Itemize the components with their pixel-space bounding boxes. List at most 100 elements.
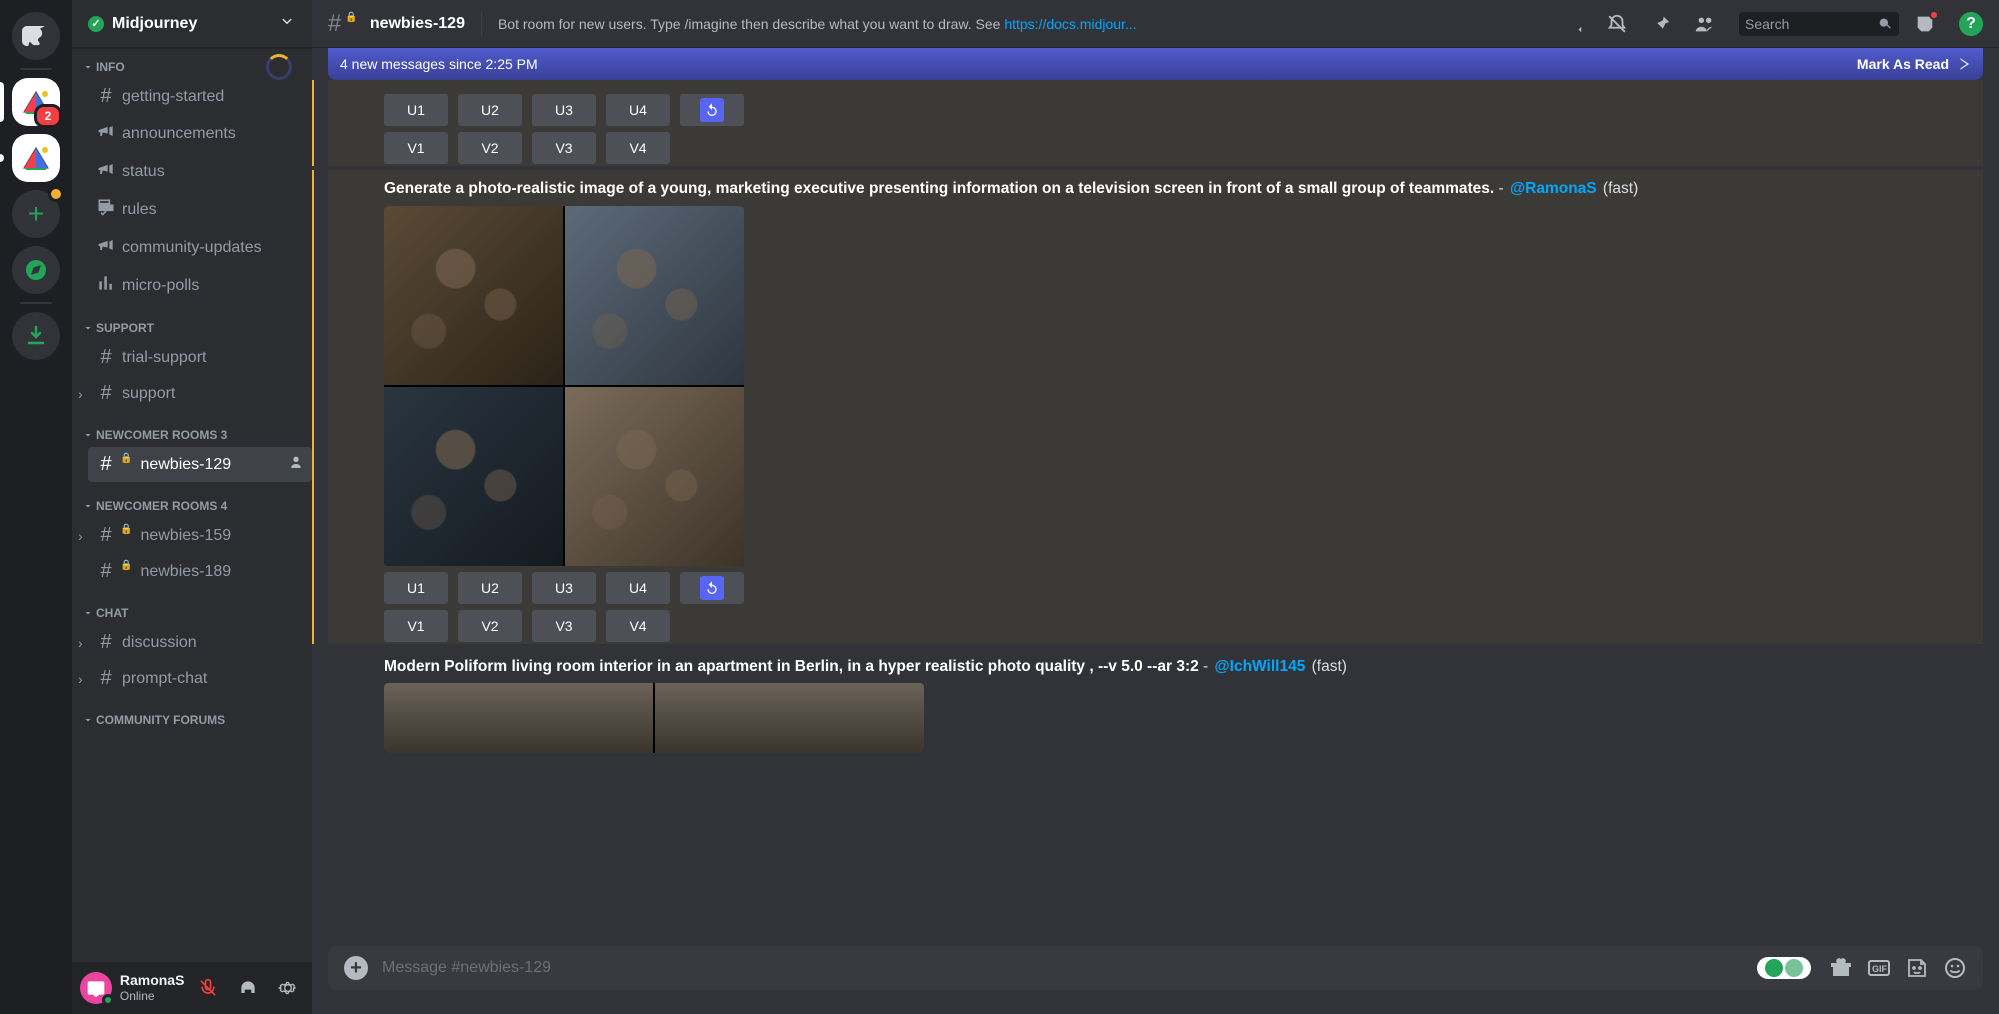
message-prev-actions: U1 U2 U3 U4 V1 V2 V3 V4 <box>328 80 1983 166</box>
megaphone-icon <box>96 159 116 184</box>
v3-button[interactable]: V3 <box>532 132 596 164</box>
hash-icon: # <box>328 10 341 38</box>
dm-home-button[interactable] <box>12 12 60 60</box>
gif-button[interactable]: GIF <box>1867 956 1891 980</box>
mention-ramonas[interactable]: @RamonaS <box>1508 180 1599 197</box>
u4-button[interactable]: U4 <box>606 572 670 604</box>
settings-button[interactable] <box>272 972 304 1004</box>
channel-rules[interactable]: rules <box>88 191 312 228</box>
add-server-button[interactable]: + <box>12 190 60 238</box>
channel-newbies-129[interactable]: #🔒newbies-129 <box>88 447 312 482</box>
threads-button[interactable] <box>1561 12 1585 36</box>
category-info[interactable]: INFO <box>80 56 312 78</box>
category-community-forums[interactable]: COMMUNITY FORUMS <box>80 697 312 731</box>
channel-trial-support[interactable]: #trial-support <box>88 340 312 375</box>
thread-icon: › <box>78 671 83 687</box>
hash-icon: # <box>96 631 116 654</box>
help-button[interactable]: ? <box>1959 12 1983 36</box>
server-header[interactable]: Midjourney <box>72 0 312 48</box>
v3-button[interactable]: V3 <box>532 610 596 642</box>
message-scroller[interactable]: U1 U2 U3 U4 V1 V2 V3 V4 Generate a photo… <box>312 80 1999 946</box>
image-grid[interactable] <box>384 206 744 566</box>
channel-newbies-159[interactable]: ›#🔒newbies-159 <box>88 518 312 553</box>
server-midjourney-1[interactable]: 2 <box>12 78 60 126</box>
notification-dot <box>48 186 64 202</box>
server-indicator <box>0 154 4 162</box>
category-chat[interactable]: CHAT <box>80 590 312 624</box>
image-cell-2[interactable] <box>655 683 924 753</box>
channel-micro-polls[interactable]: micro-polls <box>88 267 312 304</box>
topic-link[interactable]: https://docs.midjour... <box>1004 16 1136 32</box>
channel-prompt-chat[interactable]: ›#prompt-chat <box>88 661 312 696</box>
download-apps-button[interactable] <box>12 312 60 360</box>
channel-community-updates[interactable]: community-updates <box>88 229 312 266</box>
channel-title: newbies-129 <box>370 15 465 33</box>
search-input[interactable]: Search <box>1739 12 1899 36</box>
image-cell-3[interactable] <box>384 387 563 566</box>
category-newcomer-3[interactable]: NEWCOMER ROOMS 3 <box>80 412 312 446</box>
channel-support[interactable]: ›#support <box>88 376 312 411</box>
v4-button[interactable]: V4 <box>606 132 670 164</box>
redo-icon <box>700 98 724 122</box>
channel-getting-started[interactable]: #getting-started <box>88 79 312 114</box>
u1-button[interactable]: U1 <box>384 94 448 126</box>
pinned-button[interactable] <box>1649 12 1673 36</box>
username: RamonaS <box>120 972 185 989</box>
mark-as-read-button[interactable]: Mark As Read <box>1857 56 1971 72</box>
v2-button[interactable]: V2 <box>458 132 522 164</box>
upscale-row: U1 U2 U3 U4 <box>384 572 1983 604</box>
chat-main: # 🔒 newbies-129 Bot room for new users. … <box>312 0 1999 1014</box>
u2-button[interactable]: U2 <box>458 572 522 604</box>
deafen-button[interactable] <box>232 972 264 1004</box>
u2-button[interactable]: U2 <box>458 94 522 126</box>
v1-button[interactable]: V1 <box>384 132 448 164</box>
image-cell-4[interactable] <box>565 387 744 566</box>
hash-icon: # <box>96 667 116 690</box>
channel-newbies-189[interactable]: #🔒newbies-189 <box>88 554 312 589</box>
search-icon <box>1877 16 1893 32</box>
image-attachment[interactable] <box>384 683 924 753</box>
poll-icon <box>96 273 116 298</box>
server-badge: 2 <box>34 104 62 128</box>
u4-button[interactable]: U4 <box>606 94 670 126</box>
channel-status[interactable]: status <box>88 153 312 190</box>
mute-button[interactable] <box>192 972 224 1004</box>
hash-icon: # <box>96 346 116 369</box>
reroll-button[interactable] <box>680 572 744 604</box>
user-info[interactable]: RamonaS Online <box>120 972 185 1003</box>
mention-ichwill[interactable]: @IchWill145 <box>1213 658 1308 675</box>
image-cell-1[interactable] <box>384 206 563 385</box>
category-support[interactable]: SUPPORT <box>80 305 312 339</box>
new-messages-bar[interactable]: 4 new messages since 2:25 PM Mark As Rea… <box>328 48 1983 80</box>
reroll-button[interactable] <box>680 94 744 126</box>
create-invite-icon[interactable] <box>288 454 304 475</box>
channel-discussion[interactable]: ›#discussion <box>88 625 312 660</box>
v2-button[interactable]: V2 <box>458 610 522 642</box>
nitro-gift-pill[interactable] <box>1757 957 1811 979</box>
member-list-button[interactable] <box>1693 12 1717 36</box>
channel-announcements[interactable]: announcements <box>88 115 312 152</box>
notifications-button[interactable] <box>1605 12 1629 36</box>
status-online-icon <box>102 994 114 1006</box>
image-cell-1[interactable] <box>384 683 653 753</box>
attach-button[interactable]: + <box>344 956 368 980</box>
gift-button[interactable] <box>1829 956 1853 980</box>
composer-placeholder[interactable]: Message #newbies-129 <box>382 959 1743 977</box>
channel-topic[interactable]: Bot room for new users. Type /imagine th… <box>498 16 1137 32</box>
inbox-button[interactable] <box>1913 12 1937 36</box>
v4-button[interactable]: V4 <box>606 610 670 642</box>
svg-text:GIF: GIF <box>1872 964 1888 974</box>
sticker-button[interactable] <box>1905 956 1929 980</box>
emoji-button[interactable] <box>1943 956 1967 980</box>
category-newcomer-4[interactable]: NEWCOMER ROOMS 4 <box>80 483 312 517</box>
hash-icon: # <box>96 382 116 405</box>
server-midjourney-2[interactable] <box>12 134 60 182</box>
explore-servers-button[interactable] <box>12 246 60 294</box>
image-cell-2[interactable] <box>565 206 744 385</box>
u1-button[interactable]: U1 <box>384 572 448 604</box>
u3-button[interactable]: U3 <box>532 572 596 604</box>
v1-button[interactable]: V1 <box>384 610 448 642</box>
u3-button[interactable]: U3 <box>532 94 596 126</box>
user-avatar[interactable] <box>80 972 112 1004</box>
megaphone-icon <box>96 121 116 146</box>
